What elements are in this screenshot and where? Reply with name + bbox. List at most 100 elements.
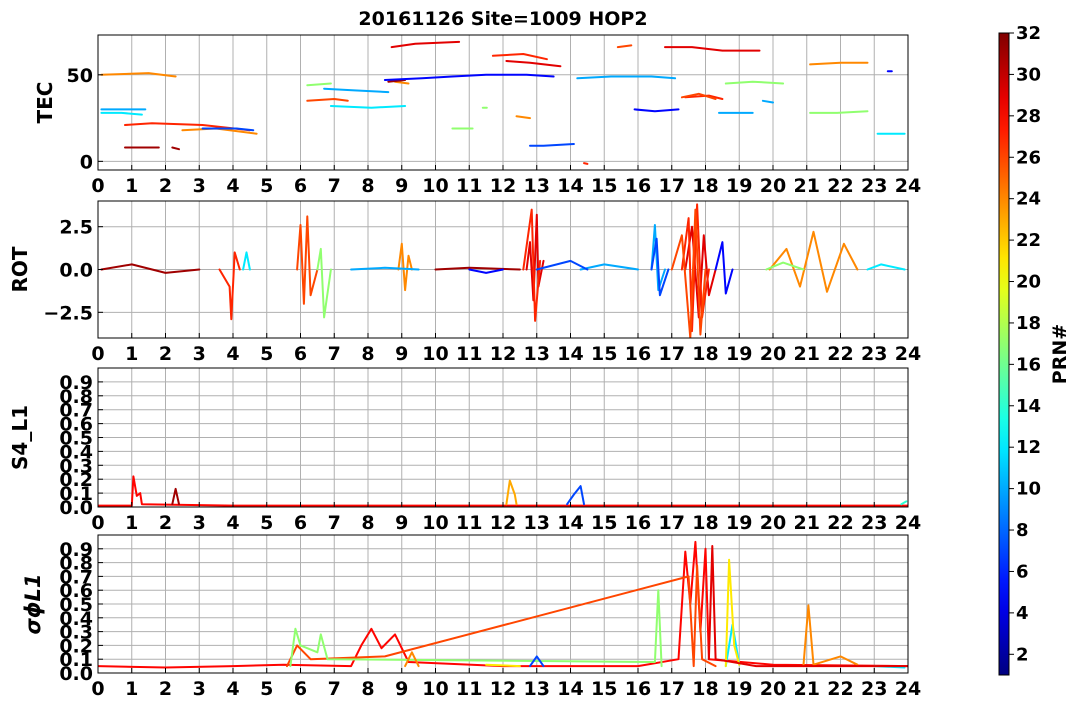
x-tick-label: 7	[328, 175, 341, 197]
x-tick-label: 3	[193, 175, 206, 197]
x-tick-label: 18	[692, 175, 718, 197]
x-tick-label: 21	[794, 678, 820, 700]
colorbar-tick-label: 20	[1016, 272, 1041, 293]
x-tick-label: 5	[260, 678, 273, 700]
x-tick-label: 12	[490, 678, 516, 700]
colorbar-tick-label: 12	[1016, 437, 1041, 458]
x-tick-label: 24	[895, 175, 921, 197]
x-tick-label: 9	[395, 343, 408, 365]
x-tick-label: 15	[591, 175, 617, 197]
x-tick-label: 0	[91, 512, 104, 534]
x-tick-label: 4	[226, 343, 239, 365]
x-tick-label: 23	[861, 343, 887, 365]
x-tick-label: 13	[524, 175, 550, 197]
x-tick-label: 22	[827, 343, 853, 365]
x-tick-label: 18	[692, 678, 718, 700]
chart-title: 20161126 Site=1009 HOP2	[358, 8, 647, 30]
y-axis-label: TEC	[33, 82, 57, 124]
colorbar-tick-label: 10	[1016, 479, 1041, 500]
x-tick-label: 11	[456, 175, 482, 197]
x-tick-label: 8	[361, 343, 374, 365]
x-tick-label: 13	[524, 678, 550, 700]
colorbar-tick-label: 16	[1016, 354, 1041, 375]
colorbar-tick-label: 22	[1016, 230, 1041, 251]
x-tick-label: 9	[395, 678, 408, 700]
colorbar-tick-label: 18	[1016, 313, 1041, 334]
subplot-2: 0 1 2 3 4 5 6 7 8 9 10 11 12 13 14 15 16 17 18 19 20 21 22 23 24…	[8, 200, 921, 365]
x-tick-label: 23	[861, 512, 887, 534]
y-tick-label: 50	[67, 65, 93, 87]
x-tick-label: 16	[625, 512, 651, 534]
colorbar-tick-label: 8	[1016, 520, 1029, 541]
x-tick-label: 0	[91, 343, 104, 365]
x-tick-label: 8	[361, 678, 374, 700]
colorbar-tick-label: 4	[1016, 603, 1029, 624]
x-tick-label: 16	[625, 175, 651, 197]
x-tick-label: 15	[591, 343, 617, 365]
x-tick-label: 6	[294, 343, 307, 365]
colorbar-tick-label: 30	[1016, 64, 1041, 85]
colorbar-tick-label: 26	[1016, 147, 1041, 168]
subplots: 0 1 2 3 4 5 6 7 8 9 10 11 12 13 14 15 16 17 18 19 20 21 22 23 24…	[8, 34, 921, 700]
x-tick-label: 21	[794, 175, 820, 197]
x-tick-label: 10	[422, 678, 448, 700]
x-tick-label: 12	[490, 512, 516, 534]
y-tick-label: 0	[80, 151, 93, 173]
y-tick-label: 0.0	[59, 260, 93, 282]
x-tick-label: 0	[91, 678, 104, 700]
x-tick-label: 12	[490, 175, 516, 197]
x-tick-label: 2	[159, 175, 172, 197]
colorbar-tick-label: 28	[1016, 106, 1041, 127]
subplot-4: 0 1 2 3 4 5 6 7 8 9 10 11 12 13 14 15 16 17 18 19 20 21 22 23 24…	[21, 534, 921, 700]
series-line-prn-21	[485, 663, 521, 668]
x-tick-label: 20	[760, 343, 786, 365]
x-tick-label: 18	[692, 343, 718, 365]
x-tick-label: 19	[726, 678, 752, 700]
x-tick-label: 16	[625, 343, 651, 365]
x-tick-label: 6	[294, 512, 307, 534]
y-tick-label: −2.5	[43, 302, 93, 324]
x-tick-label: 15	[591, 678, 617, 700]
x-tick-label: 7	[328, 343, 341, 365]
x-tick-label: 10	[422, 512, 448, 534]
x-tick-label: 19	[726, 175, 752, 197]
x-tick-label: 17	[659, 175, 685, 197]
x-tick-label: 24	[895, 343, 921, 365]
subplot-3: 0 1 2 3 4 5 6 7 8 9 10 11 12 13 14 15 16 17 18 19 20 21 22 23 24…	[8, 367, 921, 534]
y-tick-label: 0.9	[59, 372, 93, 394]
x-tick-label: 5	[260, 175, 273, 197]
y-tick-label: 2.5	[59, 217, 93, 239]
x-tick-label: 17	[659, 512, 685, 534]
subplot-1: 0 1 2 3 4 5 6 7 8 9 10 11 12 13 14 15 16 17 18 19 20 21 22 23 24…	[33, 34, 921, 197]
y-axis-label: S4_L1	[8, 405, 32, 470]
x-tick-label: 1	[125, 343, 138, 365]
x-tick-label: 9	[395, 175, 408, 197]
colorbar-label: PRN#	[1049, 324, 1071, 384]
x-tick-label: 22	[827, 512, 853, 534]
colorbar-gradient	[998, 32, 1010, 676]
x-tick-label: 8	[361, 175, 374, 197]
x-tick-label: 14	[557, 678, 583, 700]
x-tick-label: 2	[159, 678, 172, 700]
x-tick-label: 19	[726, 343, 752, 365]
x-tick-label: 18	[692, 512, 718, 534]
x-tick-label: 3	[193, 343, 206, 365]
x-tick-label: 1	[125, 175, 138, 197]
x-tick-label: 2	[159, 343, 172, 365]
x-tick-label: 7	[328, 512, 341, 534]
y-tick-label: 0.9	[59, 539, 93, 561]
colorbar-tick-label: 6	[1016, 561, 1029, 582]
x-tick-label: 5	[260, 512, 273, 534]
colorbar-tick-label: 24	[1016, 189, 1041, 210]
series-line-prn-27	[583, 162, 589, 165]
x-tick-label: 14	[557, 512, 583, 534]
x-tick-label: 1	[125, 512, 138, 534]
x-tick-label: 0	[91, 175, 104, 197]
x-tick-label: 20	[760, 175, 786, 197]
y-axis-label: ROT	[8, 246, 32, 292]
x-tick-label: 7	[328, 678, 341, 700]
x-tick-label: 20	[760, 512, 786, 534]
x-tick-label: 11	[456, 512, 482, 534]
colorbar: 2468101214161820222426283032PRN#	[998, 23, 1071, 676]
figure: 20161126 Site=1009 HOP2 0 1 2 3 4 5 6 7 8 9 10 11 12…	[8, 8, 1071, 700]
